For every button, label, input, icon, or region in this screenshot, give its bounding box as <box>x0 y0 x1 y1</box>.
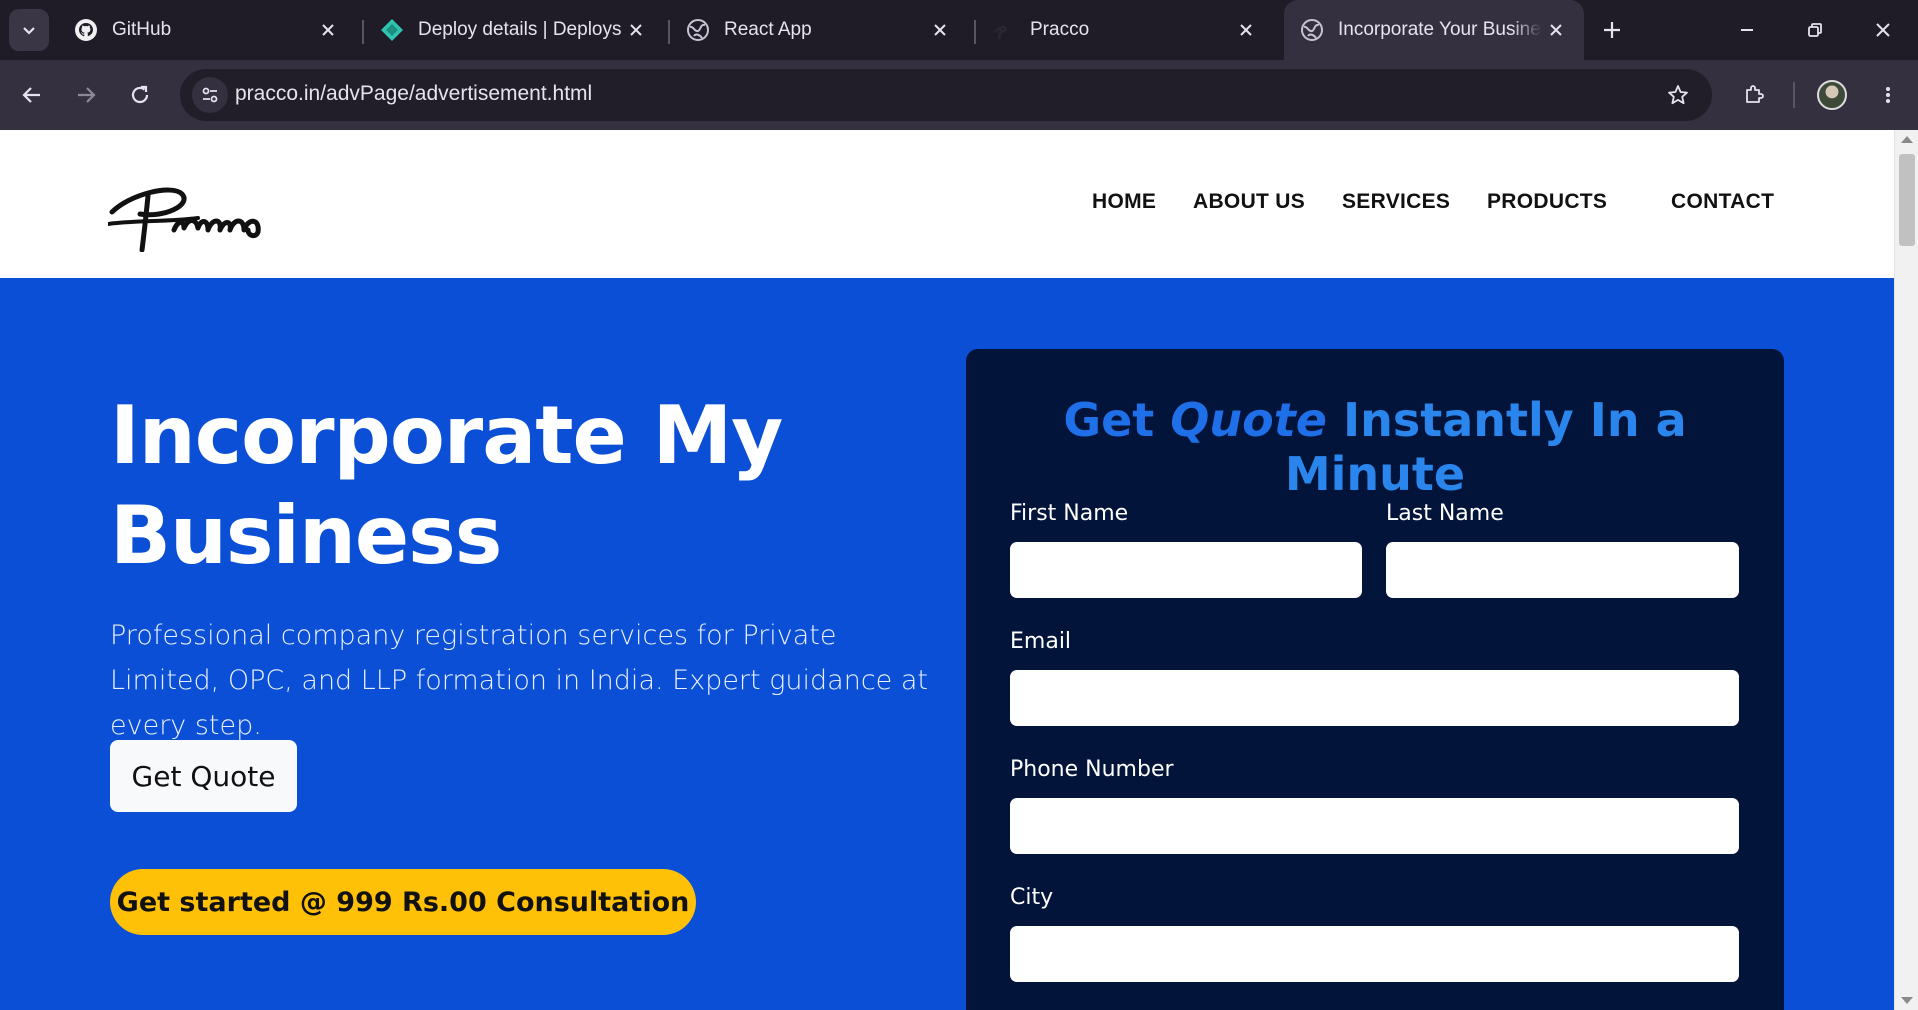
scroll-down-arrow-icon[interactable] <box>1901 997 1913 1004</box>
pracco-logo[interactable] <box>108 172 303 252</box>
address-bar[interactable]: pracco.in/advPage/advertisement.html <box>180 69 1712 121</box>
github-icon <box>74 18 98 42</box>
quote-form-card: Get Quote Instantly In a Minute First Na… <box>966 349 1784 1010</box>
arrow-left-icon <box>22 87 40 103</box>
bookmark-star-icon[interactable] <box>1662 79 1694 111</box>
last-name-field[interactable] <box>1386 542 1739 598</box>
netlify-icon <box>380 18 404 42</box>
close-window-button[interactable] <box>1860 10 1906 50</box>
puzzle-icon <box>1746 85 1764 103</box>
first-name-label: First Name <box>1010 501 1129 526</box>
extensions-button[interactable] <box>1734 75 1774 115</box>
tab-title: React App <box>724 19 812 40</box>
form-heading-emphasis: Quote <box>1170 393 1327 447</box>
tab-title: Pracco <box>1030 19 1090 40</box>
new-tab-button[interactable] <box>1596 14 1628 46</box>
hero-section: Incorporate My Business Professional com… <box>0 278 1894 1010</box>
browser-toolbar: pracco.in/advPage/advertisement.html <box>0 60 1918 130</box>
restore-button[interactable] <box>1792 10 1838 50</box>
tab-title: GitHub <box>112 19 172 40</box>
url-text[interactable]: pracco.in/advPage/advertisement.html <box>235 82 592 106</box>
email-label: Email <box>1010 629 1072 654</box>
tune-icon <box>202 87 218 103</box>
reload-button[interactable] <box>120 75 160 115</box>
site-header: HOME ABOUT US SERVICES PRODUCTS CONTACT <box>0 130 1894 278</box>
phone-number-field[interactable] <box>1010 798 1739 854</box>
scroll-up-arrow-icon[interactable] <box>1901 136 1913 143</box>
nav-services[interactable]: SERVICES <box>1342 190 1450 214</box>
forward-button[interactable] <box>66 75 106 115</box>
tab-react-app[interactable]: React App <box>670 0 968 60</box>
reload-icon <box>131 85 149 104</box>
restore-icon <box>1808 23 1822 37</box>
chevron-down-icon <box>23 27 35 35</box>
close-tab-icon[interactable] <box>1232 16 1260 44</box>
globe-icon <box>686 18 710 42</box>
nav-home[interactable]: HOME <box>1092 190 1156 214</box>
arrow-right-icon <box>78 87 96 103</box>
first-name-field[interactable] <box>1010 542 1362 598</box>
tab-incorporate-business[interactable]: Incorporate Your Business <box>1284 0 1584 60</box>
minimize-icon <box>1741 29 1753 31</box>
nav-contact[interactable]: CONTACT <box>1671 190 1774 214</box>
phone-number-label: Phone Number <box>1010 757 1174 782</box>
scrollbar-thumb[interactable] <box>1899 154 1915 246</box>
minimize-button[interactable] <box>1724 10 1770 50</box>
pracco-favicon <box>992 18 1016 42</box>
form-heading-post: Instantly In a Minute <box>1284 393 1687 501</box>
tab-search-button[interactable] <box>9 9 49 51</box>
nav-products[interactable]: PRODUCTS <box>1487 190 1607 214</box>
plus-icon <box>1604 22 1620 38</box>
tab-deploy-details[interactable]: Deploy details | Deploys | <box>364 0 664 60</box>
tab-title: Incorporate Your Business <box>1338 19 1542 40</box>
last-name-label: Last Name <box>1386 501 1504 526</box>
profile-button[interactable] <box>1812 75 1852 115</box>
more-vert-icon <box>1886 87 1890 103</box>
tab-title: Deploy details | Deploys | <box>418 19 622 40</box>
globe-icon <box>1300 18 1324 42</box>
email-field[interactable] <box>1010 670 1739 726</box>
form-heading: Get Quote Instantly In a Minute <box>966 393 1784 501</box>
tab-pracco[interactable]: Pracco <box>976 0 1274 60</box>
nav-about-us[interactable]: ABOUT US <box>1193 190 1305 214</box>
browser-menu-button[interactable] <box>1868 75 1908 115</box>
city-field[interactable] <box>1010 926 1739 982</box>
browser-tab-strip: GitHub Deploy details | Deploys | React … <box>0 0 1918 60</box>
page-viewport: HOME ABOUT US SERVICES PRODUCTS CONTACT … <box>0 130 1918 1010</box>
tab-github[interactable]: GitHub <box>58 0 356 60</box>
back-button[interactable] <box>12 75 52 115</box>
close-tab-icon[interactable] <box>314 16 342 44</box>
close-tab-icon[interactable] <box>622 16 650 44</box>
page-scrollbar[interactable] <box>1894 130 1918 1010</box>
get-started-consultation-button[interactable]: Get started @ 999 Rs.00 Consultation <box>110 869 696 935</box>
toolbar-divider <box>1793 82 1795 108</box>
hero-title: Incorporate My Business <box>110 389 783 582</box>
close-tab-icon[interactable] <box>926 16 954 44</box>
site-info-button[interactable] <box>192 77 228 113</box>
avatar <box>1817 80 1847 110</box>
close-icon <box>1876 23 1890 37</box>
get-quote-button[interactable]: Get Quote <box>110 740 297 812</box>
hero-description: Professional company registration servic… <box>110 620 928 741</box>
form-heading-pre: Get <box>1063 393 1171 447</box>
city-label: City <box>1010 885 1054 910</box>
close-tab-icon[interactable] <box>1542 16 1570 44</box>
